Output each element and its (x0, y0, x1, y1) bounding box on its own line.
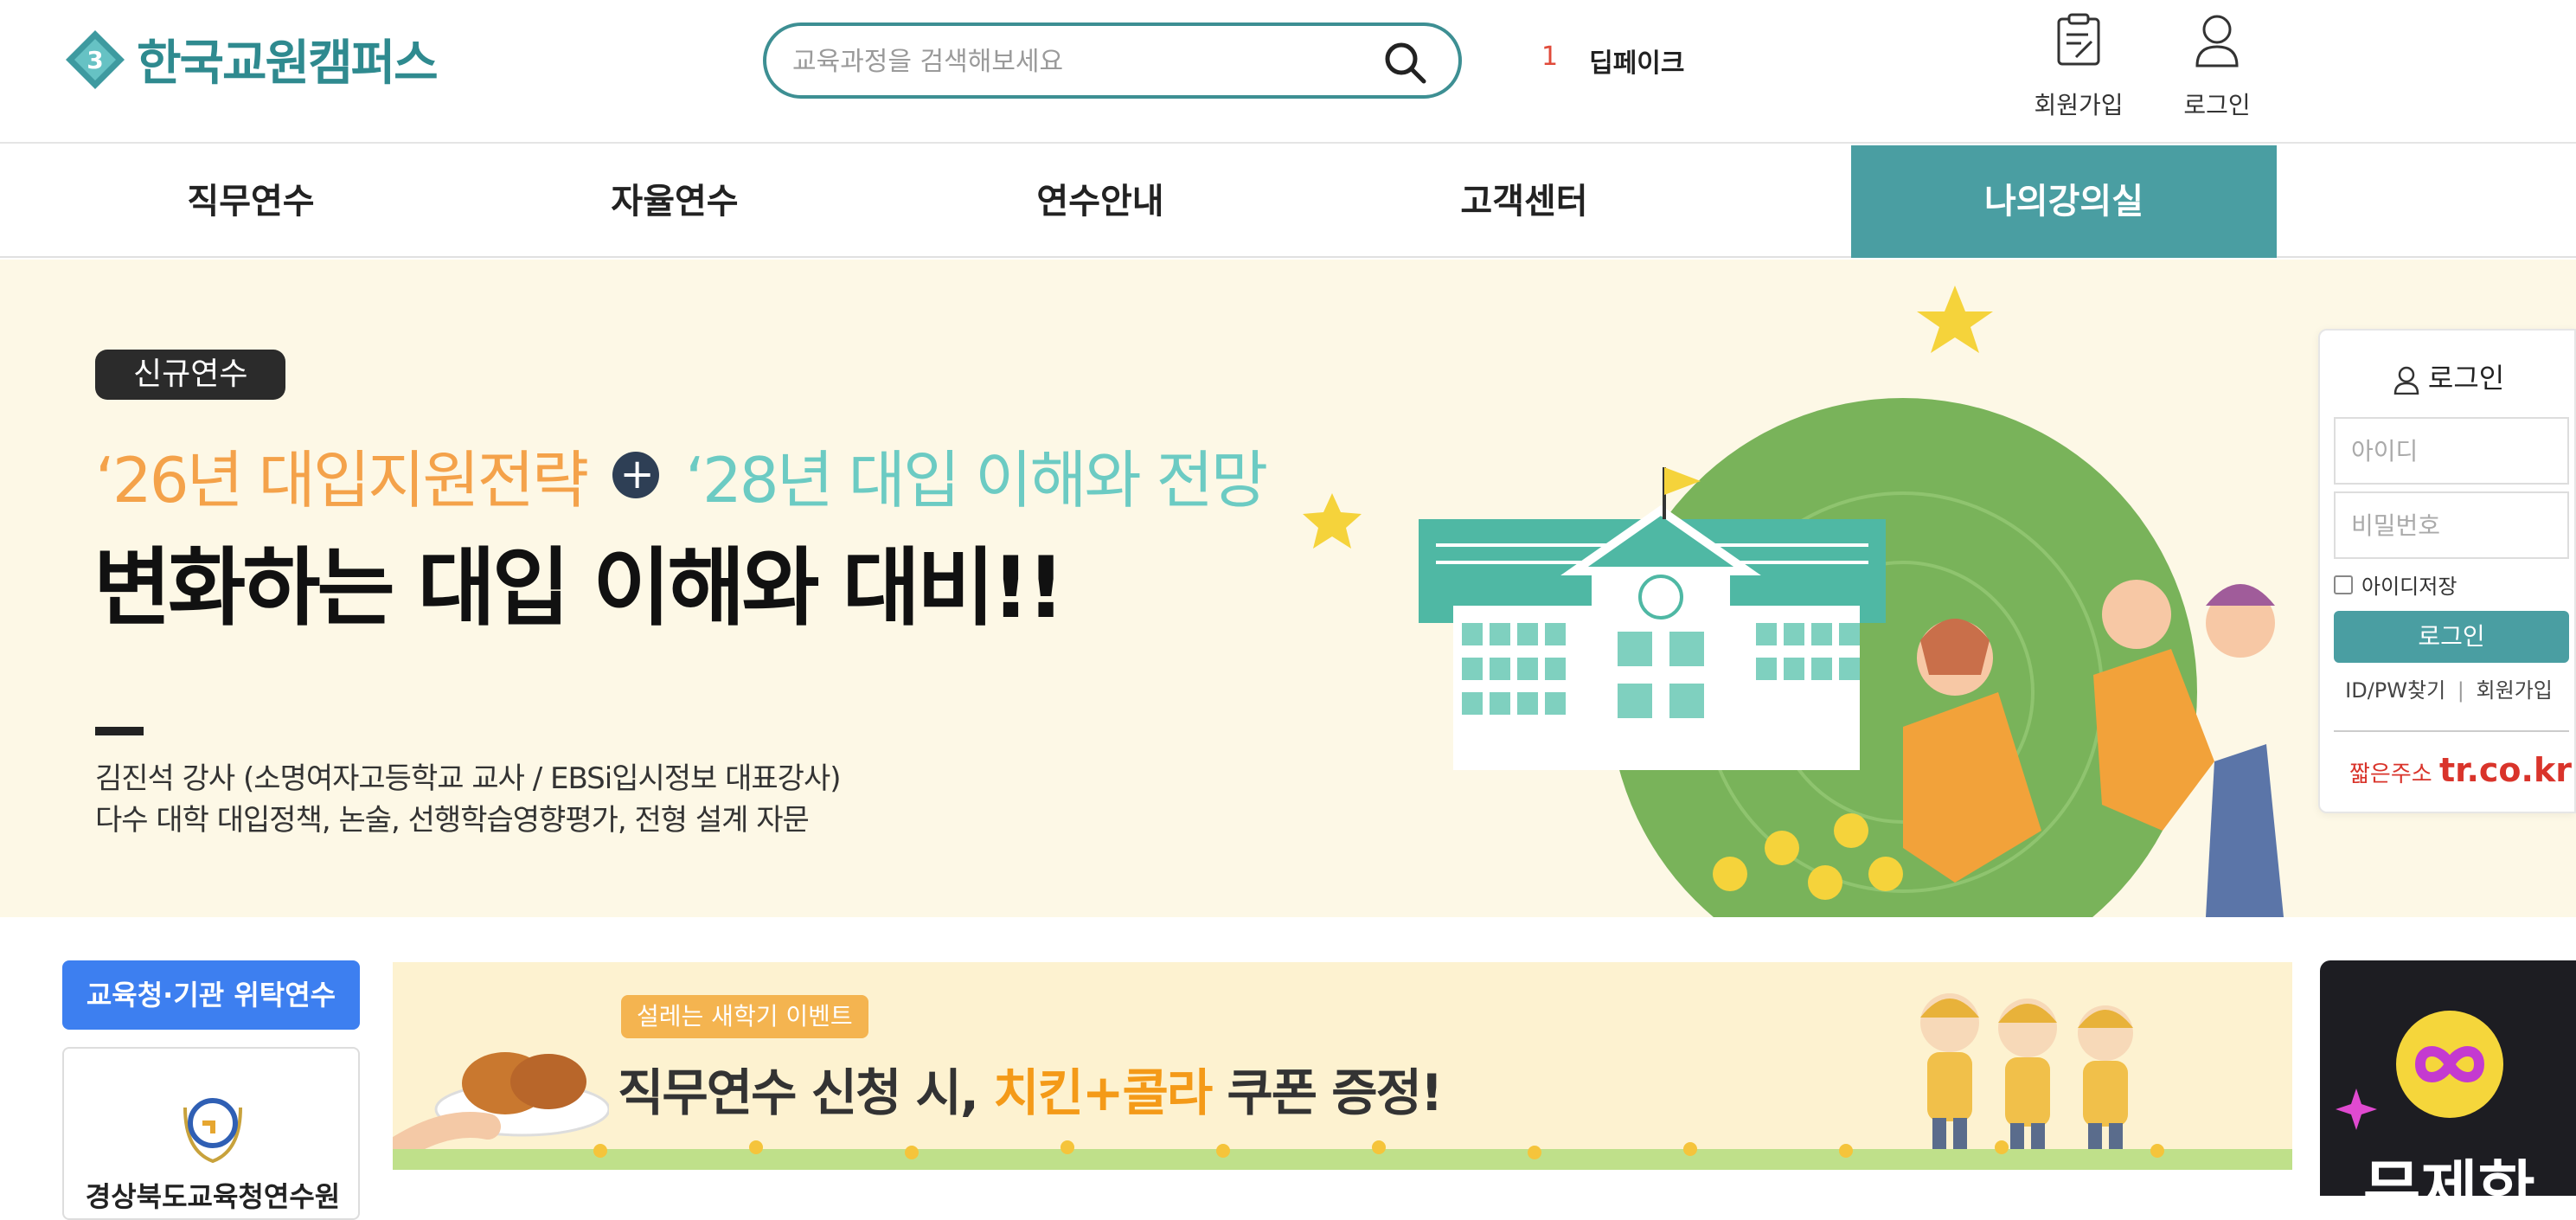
logo-mark-icon: 3 (66, 29, 125, 89)
event-text-before: 직무연수 신청 시, (618, 1063, 994, 1122)
login-label: 로그인 (2183, 91, 2251, 119)
login-panel: 로그인 아이디저장 로그인 ID/PW찾기 | 회원가입 짧은주소 tr.co.… (2318, 329, 2576, 813)
main-nav: 직무연수 자율연수 연수안내 고객센터 나의강의실 (0, 145, 2576, 258)
save-id-checkbox[interactable]: 아이디저장 (2334, 569, 2457, 600)
divider (95, 727, 144, 735)
logo-text: 한국교원캠퍼스 (137, 35, 439, 92)
short-url[interactable]: 짧은주소 tr.co.kr (2349, 751, 2572, 789)
plus-icon: + (612, 451, 660, 498)
headline-part2: ‘28년 대입 이해와 전망 (685, 444, 1268, 517)
nav-item-customer-center[interactable]: 고객센터 (1394, 145, 1654, 258)
banner-headline-top: ‘26년 대입지원전략 + ‘28년 대입 이해와 전망 (95, 429, 1268, 520)
event-headline: 직무연수 신청 시, 치킨+콜라 쿠폰 증정! (618, 1052, 1443, 1125)
lecturer-line-1: 김진석 강사 (소명여자고등학교 교사 / EBSi입시정보 대표강사) (95, 761, 842, 796)
event-banner[interactable]: 설레는 새학기 이벤트 직무연수 신청 시, 치킨+콜라 쿠폰 증정! (393, 962, 2292, 1170)
login-panel-title: 로그인 (2320, 356, 2576, 396)
divider (2334, 730, 2569, 732)
hero-banner[interactable]: 신규연수 ‘26년 대입지원전략 + ‘28년 대입 이해와 전망 변화하는 대… (0, 260, 2576, 917)
event-text-after: 쿠폰 증정! (1211, 1063, 1443, 1122)
find-id-pw-link[interactable]: ID/PW찾기 (2345, 678, 2445, 703)
agency-emblem-icon (183, 1098, 242, 1163)
nav-item-self-training[interactable]: 자율연수 (545, 145, 804, 258)
checkbox-icon[interactable] (2334, 575, 2353, 594)
nav-item-my-classroom[interactable]: 나의강의실 (1851, 145, 2277, 258)
infinity-badge-icon (2396, 1011, 2503, 1118)
link-separator: | (2457, 678, 2464, 703)
site-logo[interactable]: 3 한국교원캠퍼스 (62, 24, 439, 94)
agency-card[interactable]: 경상북도교육청연수원 (62, 1047, 360, 1220)
id-input[interactable] (2334, 417, 2569, 485)
login-submit-button[interactable]: 로그인 (2334, 611, 2569, 663)
search-icon[interactable] (1382, 40, 1427, 85)
user-icon (2393, 366, 2419, 395)
trending-word[interactable]: 딥페이크 (1589, 42, 1684, 80)
search-input[interactable] (792, 42, 1346, 81)
site-header: 3 한국교원캠퍼스 1 딥페이크 회원가입 로그인 (0, 0, 2576, 144)
search-bar[interactable] (763, 22, 1462, 99)
clipboard-icon (2057, 13, 2100, 66)
nav-item-job-training[interactable]: 직무연수 (121, 145, 381, 258)
login-button[interactable]: 로그인 (2161, 12, 2273, 121)
nav-item-guide[interactable]: 연수안내 (971, 145, 1230, 258)
sparkle-icon (2336, 1088, 2377, 1130)
headline-part1: ‘26년 대입지원전략 (95, 444, 589, 517)
signup-label: 회원가입 (2034, 91, 2124, 119)
user-icon (2195, 15, 2239, 67)
agency-name: 경상북도교육청연수원 (85, 1180, 341, 1213)
unlimited-promo-banner[interactable]: 무제한 (2320, 960, 2576, 1196)
trending-rank: 1 (1541, 42, 1559, 72)
login-links: ID/PW찾기 | 회원가입 (2320, 673, 2576, 703)
short-url-value[interactable]: tr.co.kr (2439, 751, 2572, 789)
banner-badge: 신규연수 (95, 350, 286, 400)
signup-button[interactable]: 회원가입 (2022, 12, 2135, 121)
school-illustration (1303, 286, 2284, 917)
flower-field-decoration (393, 1140, 2292, 1170)
password-input[interactable] (2334, 491, 2569, 559)
trending-keyword[interactable]: 1 딥페이크 (1541, 42, 1685, 80)
banner-headline-main: 변화하는 대입 이해와 대비!! (93, 539, 1066, 638)
promo-word: 무제한 (2363, 1153, 2535, 1196)
agency-training-button[interactable]: 교육청·기관 위탁연수 (62, 960, 360, 1030)
event-text-highlight: 치킨+콜라 (993, 1063, 1213, 1122)
short-url-label: 짧은주소 (2349, 761, 2432, 787)
signup-link[interactable]: 회원가입 (2477, 678, 2553, 703)
login-panel-title-text: 로그인 (2427, 362, 2505, 395)
event-tag: 설레는 새학기 이벤트 (621, 995, 868, 1038)
svg-text:3: 3 (87, 46, 103, 74)
lecturer-line-2: 다수 대학 대입정책, 논술, 선행학습영향평가, 전형 설계 자문 (95, 803, 810, 838)
save-id-label: 아이디저장 (2361, 575, 2457, 599)
